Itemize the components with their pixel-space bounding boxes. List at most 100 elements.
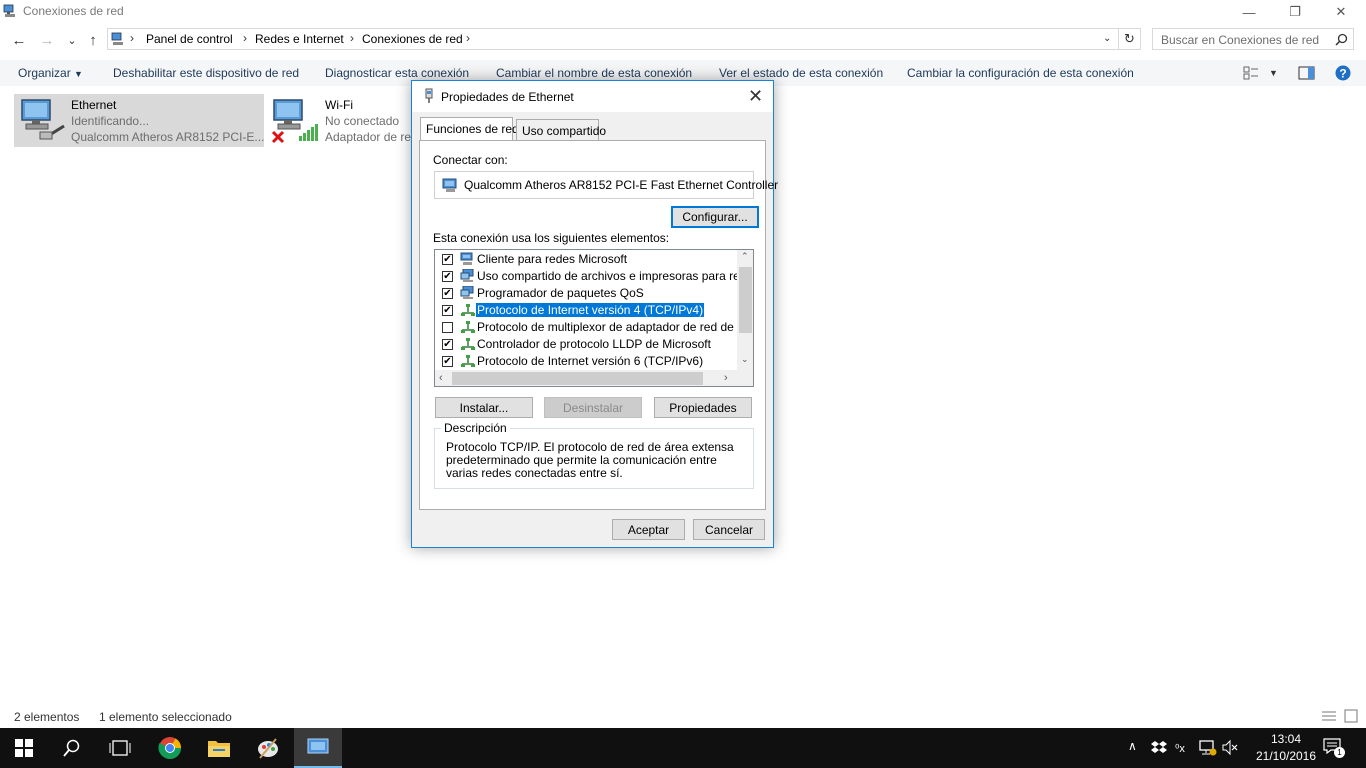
start-button[interactable] <box>0 728 48 768</box>
breadcrumb-separator[interactable]: › <box>130 31 134 45</box>
address-row: ← → ⌄ ↑ › Panel de control › Redes e Int… <box>0 27 1366 53</box>
protocol-icon <box>460 303 476 317</box>
recent-locations-button[interactable]: ⌄ <box>63 30 81 50</box>
up-button[interactable]: ↑ <box>84 30 102 50</box>
ok-button[interactable]: Aceptar <box>612 519 685 540</box>
refresh-button[interactable]: ↻ <box>1119 28 1141 50</box>
component-label: Uso compartido de archivos e impresoras … <box>477 269 754 283</box>
dropbox-icon[interactable] <box>1151 740 1167 755</box>
list-item[interactable]: ✔ Controlador de protocolo LLDP de Micros… <box>435 336 737 353</box>
component-label: Programador de paquetes QoS <box>477 286 644 300</box>
connection-status: No conectado <box>325 114 400 128</box>
list-item[interactable]: ✔ Cliente para redes Microsoft <box>435 251 737 268</box>
properties-button[interactable]: Propiedades <box>654 397 752 418</box>
forward-button[interactable]: → <box>38 30 56 50</box>
ethernet-adapter-icon <box>21 99 65 140</box>
list-item[interactable]: ✔ Protocolo de Internet versión 6 (TCP/IP… <box>435 353 737 370</box>
details-view-icon[interactable] <box>1321 710 1337 722</box>
components-list[interactable]: ✔ Cliente para redes Microsoft ✔ Uso compar… <box>434 249 754 387</box>
maximize-button[interactable]: ❐ <box>1272 0 1318 24</box>
component-checkbox[interactable]: ✔ <box>442 305 453 316</box>
task-view-button[interactable] <box>96 728 144 768</box>
uninstall-button[interactable]: Desinstalar <box>544 397 642 418</box>
diagnose-button[interactable]: Diagnosticar esta conexión <box>325 66 469 80</box>
address-bar[interactable]: › Panel de control › Redes e Internet › … <box>107 28 1119 50</box>
search-input[interactable]: Buscar en Conexiones de red <box>1152 28 1354 50</box>
view-status-button[interactable]: Ver el estado de esta conexión <box>719 66 883 80</box>
scroll-up-icon[interactable]: ⌃ <box>741 251 749 262</box>
close-button[interactable]: ✕ <box>1318 0 1364 24</box>
configure-button[interactable]: Configurar... <box>671 206 759 228</box>
breadcrumb-network-internet[interactable]: Redes e Internet <box>255 32 344 46</box>
disable-device-button[interactable]: Deshabilitar este dispositivo de red <box>113 66 299 80</box>
address-dropdown-icon[interactable]: ⌄ <box>1103 33 1111 44</box>
search-icon <box>63 739 80 757</box>
paint-taskbar-button[interactable] <box>244 728 292 768</box>
status-bar: 2 elementos 1 elemento seleccionado <box>0 708 1366 728</box>
connection-item-wifi[interactable]: Wi-Fi No conectado Adaptador de re <box>268 94 411 147</box>
input-method-icon[interactable]: ⁰x <box>1175 740 1192 755</box>
component-checkbox[interactable]: ✔ <box>442 339 453 350</box>
component-label: Protocolo de Internet versión 4 (TCP/IPv… <box>476 303 705 317</box>
chrome-icon <box>158 737 181 759</box>
minimize-button[interactable]: — <box>1226 0 1272 24</box>
connection-item-ethernet[interactable]: Ethernet Identificando... Qualcomm Ather… <box>14 94 264 147</box>
breadcrumb-separator[interactable]: › <box>350 31 354 45</box>
control-panel-icon <box>111 32 123 45</box>
wifi-adapter-icon <box>271 99 318 144</box>
horizontal-scrollbar[interactable]: ‹ › <box>435 370 737 386</box>
scroll-left-icon[interactable]: ‹ <box>439 372 443 384</box>
refresh-icon: ↻ <box>1124 31 1135 46</box>
tab-networking[interactable]: Funciones de red <box>420 117 519 141</box>
rename-button[interactable]: Cambiar el nombre de esta conexión <box>496 66 692 80</box>
component-checkbox[interactable]: ✔ <box>442 288 453 299</box>
cancel-button[interactable]: Cancelar <box>693 519 765 540</box>
ethernet-icon <box>425 88 433 103</box>
volume-muted-icon[interactable] <box>1222 739 1239 756</box>
search-taskbar-button[interactable] <box>48 728 96 768</box>
list-item[interactable]: ✔ Uso compartido de archivos e impresoras… <box>435 268 753 285</box>
search-icon <box>1335 33 1348 46</box>
tab-sharing[interactable]: Uso compartido <box>516 119 606 141</box>
scroll-thumb[interactable] <box>739 267 752 333</box>
view-options-icon[interactable] <box>1243 66 1259 80</box>
component-checkbox[interactable]: ✔ <box>442 254 453 265</box>
network-connections-taskbar-button[interactable] <box>294 728 342 768</box>
scroll-down-icon[interactable]: ⌄ <box>741 354 749 365</box>
action-center-button[interactable]: 1 <box>1323 738 1345 758</box>
scroll-right-icon[interactable]: › <box>724 372 728 384</box>
scroll-corner <box>737 370 753 386</box>
component-label: Controlador de protocolo LLDP de Microso… <box>477 337 711 351</box>
component-checkbox[interactable]: ✔ <box>442 271 453 282</box>
breadcrumb-separator[interactable]: › <box>243 31 247 45</box>
dialog-close-button[interactable]: ✕ <box>748 86 763 107</box>
component-label: Protocolo de Internet versión 6 (TCP/IPv… <box>477 354 704 368</box>
view-dropdown-icon[interactable]: ▼ <box>1269 68 1278 78</box>
help-icon[interactable]: ? <box>1335 65 1351 81</box>
svg-text:?: ? <box>1339 67 1346 81</box>
preview-pane-icon[interactable] <box>1298 66 1315 80</box>
list-item[interactable]: Protocolo de multiplexor de adaptador de… <box>435 319 753 336</box>
file-explorer-taskbar-button[interactable] <box>195 728 243 768</box>
breadcrumb-control-panel[interactable]: Panel de control <box>146 32 233 46</box>
hscroll-thumb[interactable] <box>452 372 703 385</box>
clock-date[interactable]: 21/10/2016 <box>1250 749 1322 763</box>
clock-time[interactable]: 13:04 <box>1266 732 1306 746</box>
component-checkbox[interactable]: ✔ <box>442 356 453 367</box>
organize-menu[interactable]: Organizar ▼ <box>18 66 83 80</box>
breadcrumb-separator[interactable]: › <box>466 31 470 45</box>
component-checkbox[interactable] <box>442 322 453 333</box>
notification-count-badge: 1 <box>1334 747 1345 758</box>
networking-tab-panel: Conectar con: Qualcomm Atheros AR8152 PC… <box>419 140 778 510</box>
list-item[interactable]: ✔ Programador de paquetes QoS <box>435 285 737 302</box>
network-status-icon[interactable] <box>1199 739 1217 756</box>
vertical-scrollbar[interactable]: ⌃ ⌄ <box>737 250 753 370</box>
change-settings-button[interactable]: Cambiar la configuración de esta conexió… <box>907 66 1134 80</box>
show-hidden-icons-button[interactable]: ∧ <box>1128 739 1137 753</box>
install-button[interactable]: Instalar... <box>435 397 533 418</box>
back-button[interactable]: ← <box>10 30 28 50</box>
chrome-taskbar-button[interactable] <box>146 728 194 768</box>
breadcrumb-network-connections[interactable]: Conexiones de red <box>362 32 463 46</box>
list-item[interactable]: ✔ Protocolo de Internet versión 4 (TCP/IP… <box>435 302 737 319</box>
large-icons-view-icon[interactable] <box>1344 709 1358 723</box>
